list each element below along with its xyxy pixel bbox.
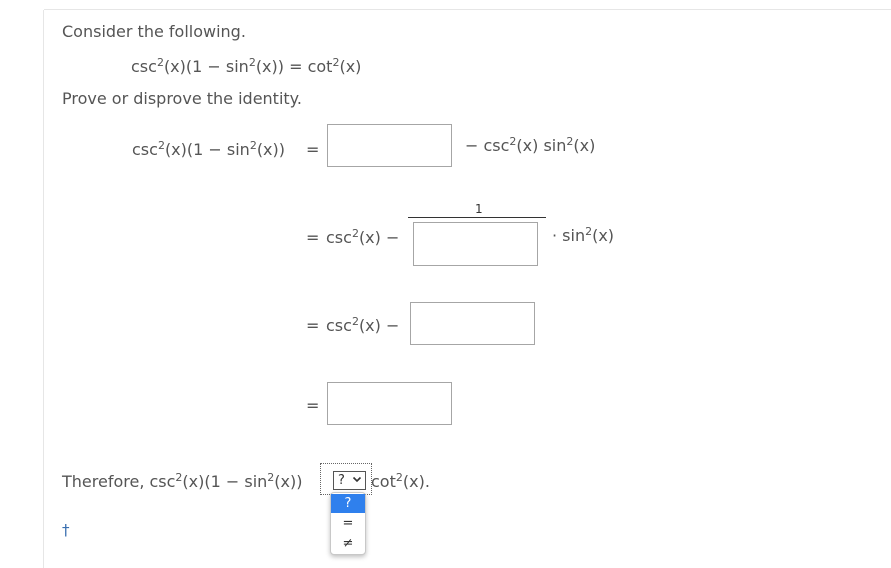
step4-equals: = xyxy=(306,396,320,415)
relation-option-equal[interactable]: = xyxy=(331,514,365,533)
conclusion-text: Therefore, csc2(x)(1 − sin2(x)) xyxy=(62,471,303,491)
step2-denominator-input[interactable] xyxy=(413,222,538,266)
relation-select-value: ? xyxy=(338,473,345,488)
footnote-dagger-icon[interactable]: † xyxy=(62,521,70,539)
step4-answer-input[interactable] xyxy=(327,382,452,425)
conclusion-suffix: cot2(x). xyxy=(371,471,430,491)
prompt-text: Prove or disprove the identity. xyxy=(62,89,302,108)
step2-equals: = xyxy=(306,228,320,247)
step1-lhs: csc2(x)(1 − sin2(x)) xyxy=(132,139,286,159)
left-rule xyxy=(43,10,44,568)
intro-text: Consider the following. xyxy=(62,22,246,41)
step3-equals: = xyxy=(306,316,320,335)
step1-rhs: − csc2(x) sin2(x) xyxy=(465,135,596,155)
step1-equals: = xyxy=(306,140,320,159)
step3-csc-term: csc2(x) − xyxy=(326,315,400,335)
chevron-down-icon xyxy=(352,472,362,489)
relation-option-question[interactable]: ? xyxy=(331,494,365,513)
step1-answer-input[interactable] xyxy=(327,124,452,167)
step2-tail: · sin2(x) xyxy=(552,225,615,245)
step2-fraction-bar xyxy=(408,217,546,218)
relation-dropdown-list: ? = ≠ xyxy=(330,492,366,555)
relation-select[interactable]: ? xyxy=(333,471,366,490)
relation-option-not-equal[interactable]: ≠ xyxy=(331,534,365,553)
step2-csc-term: csc2(x) − xyxy=(326,227,400,247)
identity-equation: csc2(x)(1 − sin2(x)) = cot2(x) xyxy=(131,56,362,76)
step2-numerator: 1 xyxy=(475,202,483,216)
step3-answer-input[interactable] xyxy=(410,302,535,345)
top-rule xyxy=(44,9,891,10)
